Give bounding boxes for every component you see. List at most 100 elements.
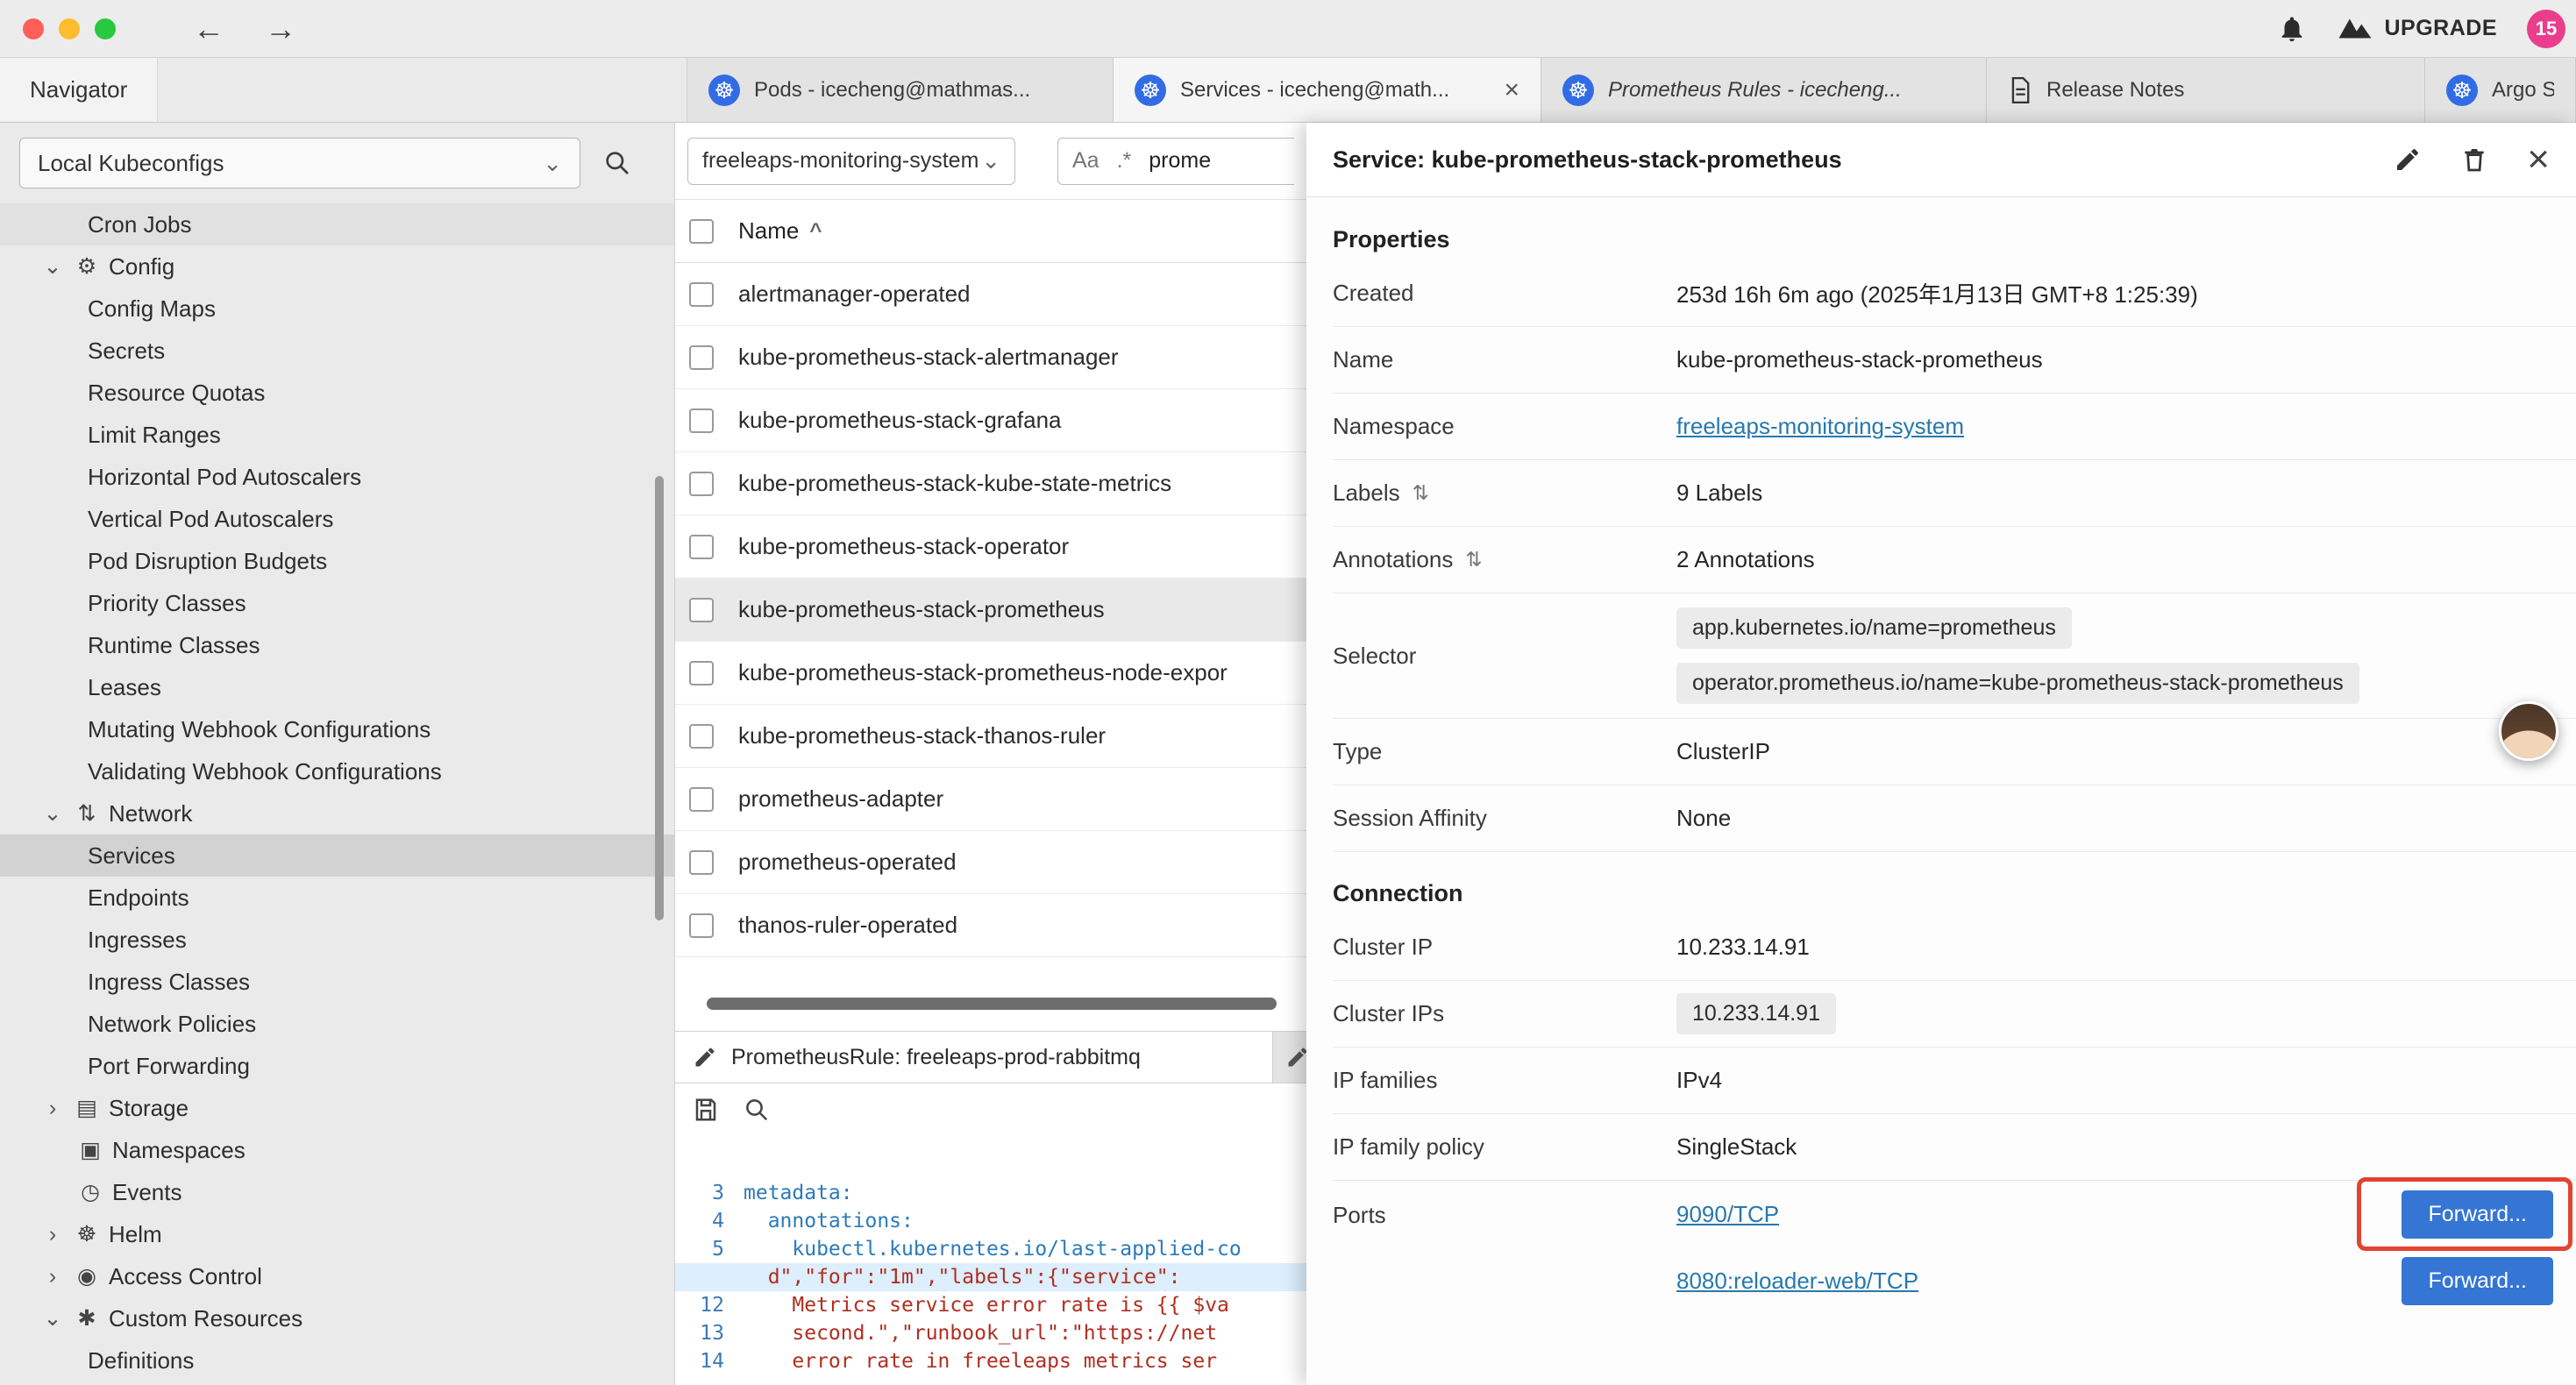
sidebar-item-cron-jobs[interactable]: Cron Jobs xyxy=(0,203,674,245)
select-checkbox[interactable] xyxy=(689,913,714,938)
select-checkbox[interactable] xyxy=(689,408,714,433)
service-row[interactable]: kube-prometheus-stack-grafana xyxy=(675,389,1306,452)
detail-row-ports: Ports 9090/TCP Forward... 8080:reloader-… xyxy=(1333,1181,2576,1314)
sidebar-item-custom-resources[interactable]: ⌄ ✱ Custom Resources xyxy=(0,1297,674,1339)
select-checkbox[interactable] xyxy=(689,850,714,875)
port-link[interactable]: 8080:reloader-web/TCP xyxy=(1676,1268,1918,1295)
close-tab-icon[interactable]: × xyxy=(1495,75,1519,105)
forward-button[interactable]: Forward... xyxy=(2402,1257,2553,1305)
tab-prometheus-rules[interactable]: ☸ Prometheus Rules - icecheng... xyxy=(1541,58,1987,122)
sidebar-item-resource-quotas[interactable]: Resource Quotas xyxy=(0,372,674,414)
sidebar-item-ingress-classes[interactable]: Ingress Classes xyxy=(0,961,674,1003)
trash-icon[interactable] xyxy=(2460,146,2488,174)
sidebar-item-access-control[interactable]: › ◉ Access Control xyxy=(0,1255,674,1297)
service-row[interactable]: kube-prometheus-stack-kube-state-metrics xyxy=(675,452,1306,515)
chevron-down-icon[interactable]: ⌄ xyxy=(39,800,67,827)
column-header-name[interactable]: Name ^ xyxy=(738,217,822,245)
regex-icon[interactable]: .* xyxy=(1117,148,1132,174)
horizontal-scrollbar[interactable] xyxy=(707,998,1277,1010)
search-icon[interactable] xyxy=(603,149,631,177)
sidebar-scrollbar[interactable] xyxy=(655,476,664,920)
sidebar-item-mutating-webhook-configurations[interactable]: Mutating Webhook Configurations xyxy=(0,708,674,750)
expand-collapse-icon[interactable]: ⇅ xyxy=(1413,481,1429,505)
sidebar-item-priority-classes[interactable]: Priority Classes xyxy=(0,582,674,624)
select-checkbox[interactable] xyxy=(689,598,714,622)
kubeconfig-select[interactable]: Local Kubeconfigs ⌄ xyxy=(19,138,580,188)
select-checkbox[interactable] xyxy=(689,345,714,370)
back-button[interactable]: ← xyxy=(193,11,224,47)
forward-button[interactable]: Forward... xyxy=(2402,1190,2553,1239)
chevron-down-icon[interactable]: ⌄ xyxy=(39,1305,67,1332)
service-row[interactable]: alertmanager-operated xyxy=(675,263,1306,326)
upgrade-button[interactable]: UPGRADE xyxy=(2337,16,2497,41)
detail-row-selector: Selector app.kubernetes.io/name=promethe… xyxy=(1333,593,2576,719)
service-row[interactable]: thanos-ruler-operated xyxy=(675,894,1306,957)
sidebar-item-services[interactable]: Services xyxy=(0,835,674,877)
sidebar-item-helm[interactable]: › ☸ Helm xyxy=(0,1213,674,1255)
select-checkbox[interactable] xyxy=(689,661,714,685)
sidebar-item-pod-disruption-budgets[interactable]: Pod Disruption Budgets xyxy=(0,540,674,582)
match-case-icon[interactable]: Aa xyxy=(1072,148,1099,174)
detail-row-cluster-ips: Cluster IPs 10.233.14.91 xyxy=(1333,981,2576,1048)
search-input[interactable]: Aa .* prome xyxy=(1057,138,1294,185)
sidebar-item-limit-ranges[interactable]: Limit Ranges xyxy=(0,414,674,456)
sidebar-item-validating-webhook-configurations[interactable]: Validating Webhook Configurations xyxy=(0,750,674,792)
close-window-button[interactable] xyxy=(23,18,44,39)
service-row-selected[interactable]: kube-prometheus-stack-prometheus xyxy=(675,579,1306,642)
sidebar-item-namespaces[interactable]: ▣ Namespaces xyxy=(0,1129,674,1171)
select-checkbox[interactable] xyxy=(689,787,714,812)
namespace-select[interactable]: freeleaps-monitoring-system ⌄ xyxy=(687,138,1015,185)
select-all-checkbox[interactable] xyxy=(689,219,714,244)
expand-collapse-icon[interactable]: ⇅ xyxy=(1465,548,1482,572)
tab-release-notes[interactable]: Release Notes xyxy=(1987,58,2425,122)
sidebar-item-endpoints[interactable]: Endpoints xyxy=(0,877,674,919)
user-avatar[interactable] xyxy=(2499,701,2558,761)
notification-badge[interactable]: 15 xyxy=(2527,10,2565,48)
yaml-editor[interactable]: 3metadata: 4 annotations: 5 kubectl.kube… xyxy=(675,1135,1306,1385)
sidebar-item-definitions[interactable]: Definitions xyxy=(0,1339,674,1381)
port-link[interactable]: 9090/TCP xyxy=(1676,1201,1779,1228)
edit-pencil-icon[interactable] xyxy=(2394,146,2422,174)
chevron-down-icon[interactable]: ⌄ xyxy=(39,253,67,280)
search-icon[interactable] xyxy=(744,1097,770,1123)
editor-tab-prometheusrule[interactable]: PrometheusRule: freeleaps-prod-rabbitmq xyxy=(675,1032,1273,1083)
sidebar-item-port-forwarding[interactable]: Port Forwarding xyxy=(0,1045,674,1087)
save-icon[interactable] xyxy=(693,1097,719,1123)
sidebar-item-label: Priority Classes xyxy=(88,590,246,617)
select-checkbox[interactable] xyxy=(689,724,714,749)
service-row[interactable]: prometheus-operated xyxy=(675,831,1306,894)
service-row[interactable]: kube-prometheus-stack-thanos-ruler xyxy=(675,705,1306,768)
sidebar-item-storage[interactable]: › ▤ Storage xyxy=(0,1087,674,1129)
sidebar-item-ingresses[interactable]: Ingresses xyxy=(0,919,674,961)
sidebar-item-network[interactable]: ⌄ ⇅ Network xyxy=(0,792,674,835)
service-row[interactable]: kube-prometheus-stack-operator xyxy=(675,515,1306,579)
sidebar-item-leases[interactable]: Leases xyxy=(0,666,674,708)
select-checkbox[interactable] xyxy=(689,282,714,307)
forward-button[interactable]: → xyxy=(265,11,296,47)
service-row[interactable]: prometheus-adapter xyxy=(675,768,1306,831)
namespace-link[interactable]: freeleaps-monitoring-system xyxy=(1676,413,1964,440)
service-row[interactable]: kube-prometheus-stack-prometheus-node-ex… xyxy=(675,642,1306,705)
tab-pods[interactable]: ☸ Pods - icecheng@mathmas... xyxy=(687,58,1114,122)
sidebar-item-config-maps[interactable]: Config Maps xyxy=(0,288,674,330)
sidebar-item-runtime-classes[interactable]: Runtime Classes xyxy=(0,624,674,666)
chevron-right-icon[interactable]: › xyxy=(39,1264,67,1289)
chevron-right-icon[interactable]: › xyxy=(39,1222,67,1247)
service-row[interactable]: kube-prometheus-stack-alertmanager xyxy=(675,326,1306,389)
sidebar-item-vertical-pod-autoscalers[interactable]: Vertical Pod Autoscalers xyxy=(0,498,674,540)
minimize-window-button[interactable] xyxy=(59,18,80,39)
maximize-window-button[interactable] xyxy=(95,18,116,39)
select-checkbox[interactable] xyxy=(689,472,714,496)
editor-tab-partial[interactable] xyxy=(1273,1032,1306,1083)
sidebar-item-events[interactable]: ◷ Events xyxy=(0,1171,674,1213)
tab-services[interactable]: ☸ Services - icecheng@math... × xyxy=(1114,58,1541,122)
sidebar-item-horizontal-pod-autoscalers[interactable]: Horizontal Pod Autoscalers xyxy=(0,456,674,498)
tab-argo[interactable]: ☸ Argo S xyxy=(2425,58,2576,122)
select-checkbox[interactable] xyxy=(689,535,714,559)
chevron-right-icon[interactable]: › xyxy=(39,1096,67,1121)
sidebar-item-secrets[interactable]: Secrets xyxy=(0,330,674,372)
sidebar-item-config[interactable]: ⌄ ⚙ Config xyxy=(0,245,674,288)
sidebar-item-network-policies[interactable]: Network Policies xyxy=(0,1003,674,1045)
notifications-bell-icon[interactable] xyxy=(2277,14,2307,44)
close-icon[interactable]: × xyxy=(2527,140,2550,179)
